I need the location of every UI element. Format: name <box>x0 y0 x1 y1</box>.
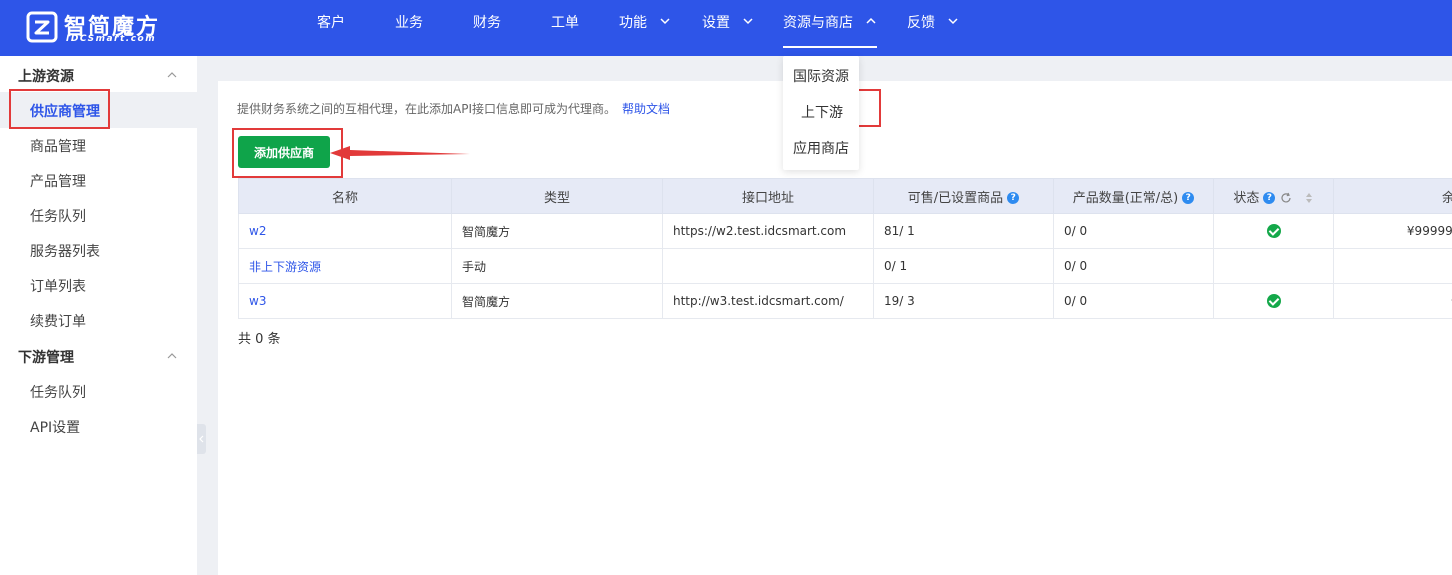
cell-status <box>1213 283 1334 319</box>
supplier-name-link[interactable]: w2 <box>238 213 452 249</box>
help-icon[interactable]: ? <box>1007 192 1020 204</box>
sort-icon[interactable] <box>1304 192 1314 204</box>
cell-balance: ¥9999949 <box>1333 213 1452 249</box>
sidebar-item-goods-management[interactable]: 商品管理 <box>30 136 86 156</box>
cell-type: 手动 <box>451 248 663 284</box>
cell-type: 智简魔方 <box>451 283 663 319</box>
nav-item-business[interactable]: 业务 <box>395 0 423 48</box>
sidebar-collapse-handle[interactable] <box>197 424 206 454</box>
chevron-left-icon <box>199 435 204 443</box>
table-row: 非上下游资源 手动 0/ 1 0/ 0 - <box>238 248 1452 284</box>
column-header-goods: 可售/已设置商品? <box>873 178 1054 214</box>
cell-type: 智简魔方 <box>451 213 663 249</box>
sidebar-item-downstream-task-queue[interactable]: 任务队列 <box>30 382 86 402</box>
nav-item-finance[interactable]: 财务 <box>473 0 501 48</box>
resources-dropdown-menu: 国际资源 上下游 应用商店 <box>783 56 859 170</box>
column-header-balance: 余额 <box>1333 178 1452 214</box>
sidebar-item-product-management[interactable]: 产品管理 <box>30 171 86 191</box>
dropdown-item-intl-resources[interactable]: 国际资源 <box>793 66 849 86</box>
dropdown-item-up-downstream[interactable]: 上下游 <box>801 102 843 122</box>
refresh-icon[interactable] <box>1280 192 1292 204</box>
sidebar-item-order-list[interactable]: 订单列表 <box>30 276 86 296</box>
logo-icon <box>26 11 58 43</box>
column-header-name: 名称 <box>238 178 452 214</box>
nav-item-tickets[interactable]: 工单 <box>551 0 579 48</box>
cell-goods: 0/ 1 <box>873 248 1054 284</box>
status-ok-icon <box>1266 294 1281 309</box>
table-header-row: 名称 类型 接口地址 可售/已设置商品? 产品数量(正常/总)? 状态? 余额 <box>238 178 1452 214</box>
cell-product-count: 0/ 0 <box>1053 248 1214 284</box>
cell-api-url <box>662 248 874 284</box>
cell-status <box>1213 248 1334 284</box>
add-supplier-button[interactable]: 添加供应商 <box>238 136 330 168</box>
total-count: 共 0 条 <box>238 332 281 347</box>
status-ok-icon <box>1266 224 1281 239</box>
help-doc-link[interactable]: 帮助文档 <box>622 102 670 116</box>
column-header-product-count: 产品数量(正常/总)? <box>1053 178 1214 214</box>
supplier-name-link[interactable]: 非上下游资源 <box>238 248 452 284</box>
top-navbar: 智简魔方 IDCSmart.com 客户 业务 财务 工单 功能 设置 资源与商… <box>0 0 1452 56</box>
chevron-down-icon <box>660 18 670 25</box>
dropdown-item-app-store[interactable]: 应用商店 <box>793 138 849 158</box>
sidebar-group-upstream[interactable]: 上游资源 <box>18 66 74 86</box>
chevron-up-icon[interactable] <box>166 71 178 79</box>
brand-sub: IDCSmart.com <box>66 34 157 44</box>
sidebar-item-api-settings[interactable]: API设置 <box>30 417 80 437</box>
cell-goods: 19/ 3 <box>873 283 1054 319</box>
cell-balance: - <box>1333 248 1452 284</box>
nav-item-feedback[interactable]: 反馈 <box>907 0 959 48</box>
sidebar-item-supplier-management[interactable]: 供应商管理 <box>30 101 100 121</box>
cell-product-count: 0/ 0 <box>1053 213 1214 249</box>
cell-balance <box>1333 283 1452 319</box>
sidebar-item-server-list[interactable]: 服务器列表 <box>30 241 100 261</box>
cell-product-count: 0/ 0 <box>1053 283 1214 319</box>
column-header-status: 状态? <box>1213 178 1334 214</box>
cell-api-url: https://w2.test.idcsmart.com <box>662 213 874 249</box>
nav-item-resources-store[interactable]: 资源与商店 <box>783 0 878 48</box>
table-row: w3 智简魔方 http://w3.test.idcsmart.com/ 19/… <box>238 283 1452 319</box>
brand-logo[interactable]: 智简魔方 IDCSmart.com <box>26 9 186 47</box>
column-header-type: 类型 <box>451 178 663 214</box>
chevron-up-icon[interactable] <box>166 352 178 360</box>
column-header-api-url: 接口地址 <box>662 178 874 214</box>
annotation-arrow-icon <box>330 146 470 160</box>
table-row: w2 智简魔方 https://w2.test.idcsmart.com 81/… <box>238 213 1452 249</box>
intro-text: 提供财务系统之间的互相代理，在此添加API接口信息即可成为代理商。 帮助文档 <box>237 102 671 116</box>
nav-item-settings[interactable]: 设置 <box>702 0 754 48</box>
help-icon[interactable]: ? <box>1182 192 1195 204</box>
sidebar-item-renewal-orders[interactable]: 续费订单 <box>30 311 86 331</box>
sidebar-item-task-queue[interactable]: 任务队列 <box>30 206 86 226</box>
cell-status <box>1213 213 1334 249</box>
nav-item-customers[interactable]: 客户 <box>317 0 345 48</box>
chevron-down-icon <box>743 18 753 25</box>
sidebar: 上游资源 供应商管理 商品管理 产品管理 任务队列 服务器列表 订单列表 续费订… <box>0 56 197 575</box>
nav-item-features[interactable]: 功能 <box>619 0 671 48</box>
supplier-table: 名称 类型 接口地址 可售/已设置商品? 产品数量(正常/总)? 状态? 余额 … <box>238 178 1452 319</box>
chevron-up-icon <box>866 17 876 24</box>
supplier-name-link[interactable]: w3 <box>238 283 452 319</box>
cell-api-url: http://w3.test.idcsmart.com/ <box>662 283 874 319</box>
sidebar-group-downstream[interactable]: 下游管理 <box>18 347 74 367</box>
chevron-down-icon <box>948 18 958 25</box>
help-icon[interactable]: ? <box>1263 192 1276 204</box>
cell-goods: 81/ 1 <box>873 213 1054 249</box>
